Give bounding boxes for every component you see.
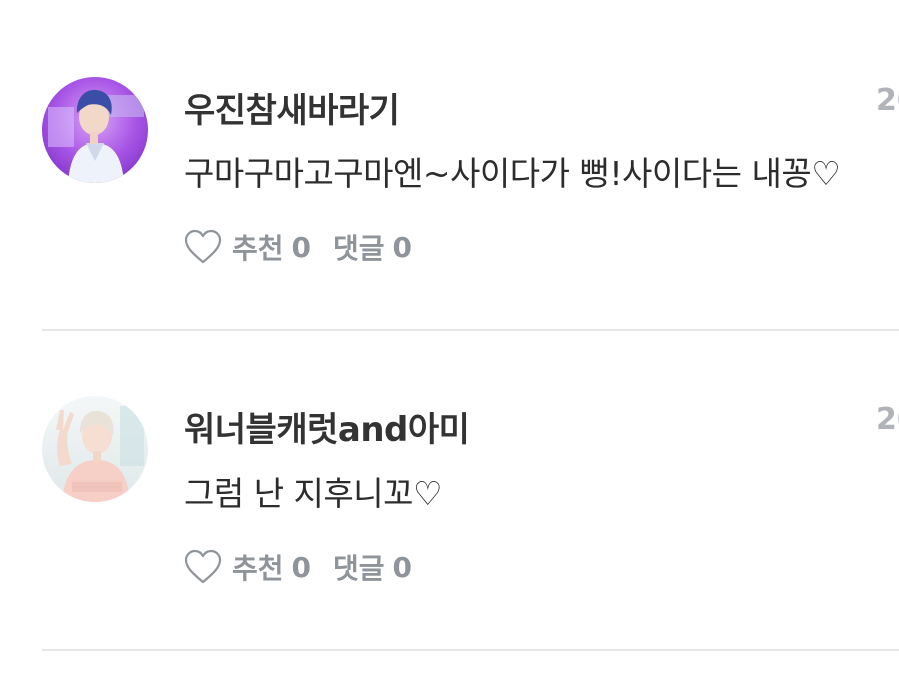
like-button[interactable]: 추천 0 — [184, 547, 311, 587]
comment-date: 20 — [876, 402, 899, 437]
comment-text: 구마구마고구마엔~사이다가 뻥!사이다는 내꽁♡ — [184, 154, 841, 193]
like-label: 추천 — [232, 232, 284, 265]
reply-count: 0 — [392, 230, 413, 264]
like-label: 추천 — [232, 552, 284, 585]
comment-item: 워너블캐럿and아미 20 그럼 난 지후니꼬♡ 추천 0 댓글 0 — [0, 320, 899, 651]
reply-label: 댓글 — [333, 232, 385, 265]
avatar[interactable] — [42, 77, 148, 183]
heart-icon — [184, 229, 222, 264]
profile-photo-icon — [42, 396, 148, 502]
like-count: 0 — [291, 230, 312, 264]
reply-button[interactable]: 댓글 0 — [333, 227, 412, 267]
comment-actions: 추천 0 댓글 0 — [184, 227, 412, 267]
like-count: 0 — [291, 550, 312, 584]
reply-label: 댓글 — [333, 552, 385, 585]
heart-icon — [184, 549, 222, 584]
comment-actions: 추천 0 댓글 0 — [184, 547, 412, 587]
comment-date: 20 — [876, 83, 899, 118]
divider — [42, 649, 899, 651]
reply-count: 0 — [392, 550, 413, 584]
like-button[interactable]: 추천 0 — [184, 227, 311, 267]
profile-photo-icon — [42, 77, 148, 183]
username[interactable]: 우진참새바라기 — [184, 83, 400, 132]
reply-button[interactable]: 댓글 0 — [333, 547, 412, 587]
comment-text: 그럼 난 지후니꼬♡ — [184, 474, 443, 513]
username[interactable]: 워너블캐럿and아미 — [184, 402, 470, 451]
comment-item: 우진참새바라기 20 구마구마고구마엔~사이다가 뻥!사이다는 내꽁♡ 추천 0… — [0, 0, 899, 331]
avatar[interactable] — [42, 396, 148, 502]
